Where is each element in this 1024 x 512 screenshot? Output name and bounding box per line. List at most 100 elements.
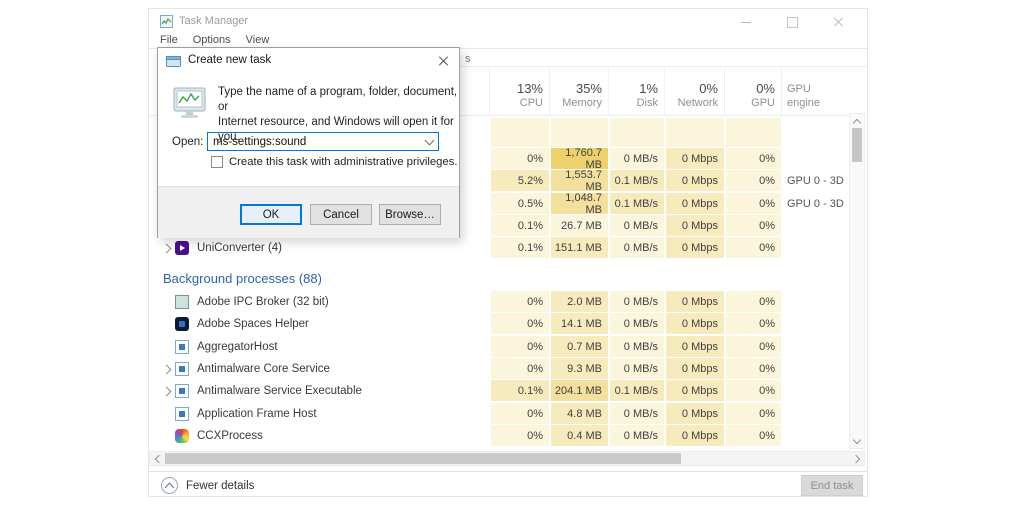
- value-cell: 0%: [489, 148, 549, 170]
- column-name: Memory: [562, 97, 602, 109]
- value-cell: [724, 118, 781, 148]
- table-row[interactable]: AggregatorHost 0% 0.7 MB 0 MB/s 0 Mbps 0%: [149, 336, 851, 358]
- value-cell: 2.0 MB: [549, 291, 608, 313]
- expand-chevron-icon[interactable]: [161, 386, 171, 396]
- table-row[interactable]: Antimalware Service Executable 0.1% 204.1 …: [149, 380, 851, 402]
- open-combobox[interactable]: ms-settings:sound: [207, 132, 439, 151]
- expand-chevron-icon[interactable]: [161, 364, 171, 374]
- menu-options[interactable]: Options: [193, 34, 231, 46]
- value-cell: 1,760.7 MB: [549, 147, 608, 171]
- process-name: Application Frame Host: [197, 408, 317, 420]
- column-usage-percent: 0%: [756, 81, 775, 96]
- dialog-app-icon: [166, 56, 181, 67]
- process-name-cell[interactable]: UniConverter (4): [149, 237, 485, 259]
- expand-chevron-icon[interactable]: [161, 243, 171, 253]
- value-cell: 14.1 MB: [549, 313, 608, 335]
- cancel-button[interactable]: Cancel: [310, 204, 372, 225]
- value-cell: 0 Mbps: [664, 336, 724, 358]
- column-header-memory[interactable]: 35% Memory: [549, 67, 608, 115]
- combobox-dropdown-button[interactable]: [420, 135, 438, 146]
- vertical-scrollbar[interactable]: [849, 113, 865, 449]
- value-cell: 0%: [724, 358, 781, 380]
- value-cell: [489, 118, 549, 148]
- admin-privileges-checkbox[interactable]: [211, 156, 223, 168]
- value-cell: 0%: [724, 215, 781, 237]
- table-row[interactable]: Adobe Spaces Helper 0% 14.1 MB 0 MB/s 0 Mbps…: [149, 313, 851, 335]
- menu-view[interactable]: View: [246, 34, 270, 46]
- process-name-cell[interactable]: Antimalware Core Service: [149, 358, 485, 380]
- minimize-button[interactable]: [723, 11, 769, 33]
- value-cell: 0 MB/s: [608, 425, 664, 447]
- value-cell: 0 Mbps: [664, 237, 724, 259]
- value-cell: 1,048.7 MB: [549, 192, 608, 216]
- default-exe-icon: [175, 340, 189, 354]
- value-cell: 0%: [489, 291, 549, 313]
- value-cell: [549, 118, 608, 148]
- process-name-cell[interactable]: CCXProcess: [149, 425, 485, 447]
- group-heading-background-processes[interactable]: Background processes (88): [163, 271, 322, 286]
- horizontal-scrollbar[interactable]: [149, 451, 865, 466]
- column-header-disk[interactable]: 1% Disk: [608, 67, 664, 115]
- column-header-gpu[interactable]: 0% GPU: [724, 67, 781, 115]
- menu-file[interactable]: File: [160, 34, 178, 46]
- value-cell: 0%: [724, 148, 781, 170]
- process-name-cell[interactable]: Adobe IPC Broker (32 bit): [149, 291, 485, 313]
- process-name: CCXProcess: [197, 430, 263, 442]
- column-usage-percent: 1%: [639, 81, 658, 96]
- process-name-cell[interactable]: Antimalware Service Executable: [149, 380, 485, 402]
- value-cell: 0 Mbps: [664, 291, 724, 313]
- value-cell: 0 MB/s: [608, 291, 664, 313]
- table-row[interactable]: CCXProcess 0% 0.4 MB 0 MB/s 0 Mbps 0%: [149, 425, 851, 447]
- ok-button[interactable]: OK: [240, 204, 302, 225]
- column-name: GPU: [751, 97, 775, 109]
- vertical-scroll-thumb[interactable]: [852, 128, 862, 162]
- value-cell: 0 Mbps: [664, 358, 724, 380]
- value-cell: 0 MB/s: [608, 215, 664, 237]
- dialog-close-button[interactable]: [437, 55, 449, 67]
- value-cell: 0%: [724, 336, 781, 358]
- close-button[interactable]: [815, 11, 861, 33]
- scroll-left-icon[interactable]: [150, 452, 164, 465]
- title-bar[interactable]: Task Manager: [149, 9, 867, 35]
- value-cell: 0 Mbps: [664, 403, 724, 425]
- value-cell: 0 Mbps: [664, 148, 724, 170]
- process-name: UniConverter (4): [197, 242, 282, 254]
- maximize-button[interactable]: [769, 11, 815, 33]
- value-cell: [664, 118, 724, 148]
- horizontal-scroll-thumb[interactable]: [165, 453, 681, 464]
- column-header-gpu-engine[interactable]: GPU engine: [781, 67, 851, 115]
- value-cell: 0%: [489, 336, 549, 358]
- instruction-line-1: Type the name of a program, folder, docu…: [218, 86, 458, 113]
- scroll-down-icon[interactable]: [850, 434, 864, 448]
- value-cell: 0 MB/s: [608, 313, 664, 335]
- scroll-right-icon[interactable]: [850, 452, 864, 465]
- value-cell: 0 Mbps: [664, 193, 724, 215]
- table-row[interactable]: Antimalware Core Service 0% 9.3 MB 0 MB/s 0 …: [149, 358, 851, 380]
- adobe-ipc-icon: [175, 295, 189, 309]
- value-cell: 0%: [724, 313, 781, 335]
- fewer-details-button[interactable]: Fewer details: [161, 477, 254, 494]
- process-name-cell[interactable]: Adobe Spaces Helper: [149, 313, 485, 335]
- table-row[interactable]: Application Frame Host 0% 4.8 MB 0 MB/s 0 Mb…: [149, 403, 851, 425]
- value-cell: 0%: [724, 380, 781, 402]
- value-cell: 0.5%: [489, 193, 549, 215]
- column-header-cpu[interactable]: 13% CPU: [489, 67, 549, 115]
- open-combobox-value[interactable]: ms-settings:sound: [208, 136, 420, 148]
- value-cell: 0 Mbps: [664, 425, 724, 447]
- process-name: Adobe Spaces Helper: [197, 318, 309, 330]
- process-name-cell[interactable]: Application Frame Host: [149, 403, 485, 425]
- column-header-network[interactable]: 0% Network: [664, 67, 724, 115]
- dialog-footer: OK Cancel Browse…: [158, 186, 459, 238]
- table-row[interactable]: Adobe IPC Broker (32 bit) 0% 2.0 MB 0 MB/s 0…: [149, 291, 851, 313]
- end-task-button[interactable]: End task: [801, 475, 863, 496]
- process-name: Antimalware Core Service: [197, 363, 330, 375]
- table-row[interactable]: UniConverter (4) 0.1% 151.1 MB 0 MB/s 0 Mbps…: [149, 237, 851, 259]
- value-cell: 0 MB/s: [608, 148, 664, 170]
- scroll-up-icon[interactable]: [850, 114, 864, 128]
- dialog-title-bar[interactable]: Create new task: [158, 48, 459, 74]
- process-name-cell[interactable]: AggregatorHost: [149, 336, 485, 358]
- process-name: Antimalware Service Executable: [197, 385, 362, 397]
- browse-button[interactable]: Browse…: [379, 204, 441, 225]
- value-cell: 0%: [489, 403, 549, 425]
- admin-privileges-row[interactable]: Create this task with administrative pri…: [211, 156, 458, 168]
